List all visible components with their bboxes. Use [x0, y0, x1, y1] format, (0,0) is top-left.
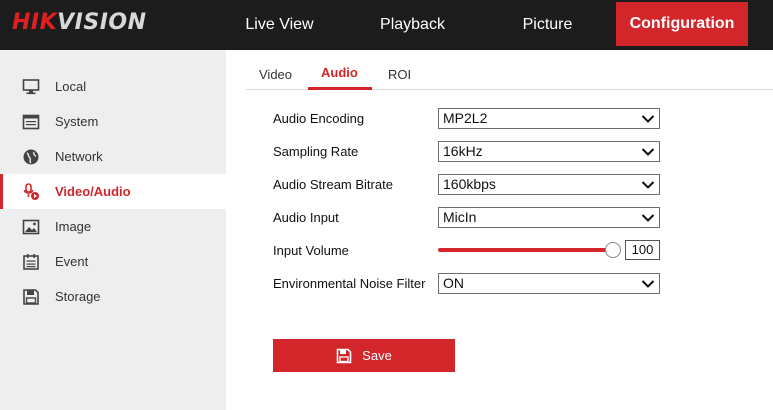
- sidebar-item-label: Storage: [55, 289, 101, 304]
- tab-video[interactable]: Video: [259, 67, 292, 82]
- sidebar-item-label: Network: [55, 149, 103, 164]
- sidebar-item-local[interactable]: Local: [0, 69, 226, 104]
- window-icon: [22, 114, 40, 130]
- nav-playback[interactable]: Playback: [355, 0, 470, 50]
- noise-filter-select[interactable]: ON: [438, 273, 660, 294]
- sidebar-item-image[interactable]: Image: [0, 209, 226, 244]
- monitor-icon: [22, 79, 40, 95]
- sampling-rate-select[interactable]: 16kHz: [438, 141, 660, 162]
- audio-stream-bitrate-select[interactable]: 160kbps: [438, 174, 660, 195]
- tab-audio[interactable]: Audio: [321, 65, 358, 80]
- sidebar-item-video-audio[interactable]: Video/Audio: [0, 174, 226, 209]
- input-volume-slider-handle[interactable]: [605, 242, 621, 258]
- globe-icon: [23, 149, 39, 165]
- chevron-down-icon: [641, 214, 655, 222]
- input-volume-value-box[interactable]: 100: [625, 240, 660, 260]
- audio-encoding-label: Audio Encoding: [273, 111, 365, 126]
- chevron-down-icon: [641, 148, 655, 156]
- nav-configuration[interactable]: Configuration: [616, 2, 748, 46]
- calendar-icon: [23, 254, 39, 270]
- sidebar: Local System Network Video/Audio Image E…: [0, 50, 226, 410]
- disk-icon: [23, 289, 39, 305]
- chevron-down-icon: [641, 115, 655, 123]
- brand-logo: HIKVISION: [12, 10, 147, 35]
- audio-input-label: Audio Input: [273, 210, 339, 225]
- sidebar-item-label: System: [55, 114, 99, 129]
- save-icon: [336, 348, 352, 363]
- sidebar-item-label: Event: [55, 254, 89, 269]
- sidebar-item-label: Local: [55, 79, 87, 94]
- chevron-down-icon: [641, 280, 655, 288]
- nav-picture[interactable]: Picture: [490, 0, 605, 50]
- active-tab-indicator: [308, 87, 372, 90]
- image-icon: [22, 219, 40, 235]
- input-volume-slider-track[interactable]: [438, 248, 610, 252]
- sidebar-item-storage[interactable]: Storage: [0, 279, 226, 314]
- save-button[interactable]: Save: [273, 339, 455, 372]
- input-volume-label: Input Volume: [273, 243, 349, 258]
- sidebar-item-system[interactable]: System: [0, 104, 226, 139]
- audio-stream-bitrate-label: Audio Stream Bitrate: [273, 177, 393, 192]
- sidebar-item-network[interactable]: Network: [0, 139, 226, 174]
- tab-roi[interactable]: ROI: [388, 67, 411, 82]
- sidebar-item-label: Video/Audio: [55, 184, 131, 199]
- nav-live-view[interactable]: Live View: [222, 0, 337, 50]
- sampling-rate-label: Sampling Rate: [273, 144, 359, 159]
- mic-camera-icon: [23, 183, 39, 200]
- audio-input-select[interactable]: MicIn: [438, 207, 660, 228]
- subtab-bar: Video Audio ROI: [246, 50, 773, 90]
- top-navigation-bar: HIKVISION Live View Playback Picture Con…: [0, 0, 773, 50]
- chevron-down-icon: [641, 181, 655, 189]
- noise-filter-label: Environmental Noise Filter: [273, 276, 426, 291]
- sidebar-item-event[interactable]: Event: [0, 244, 226, 279]
- sidebar-item-label: Image: [55, 219, 92, 234]
- save-button-label: Save: [362, 348, 392, 363]
- audio-encoding-select[interactable]: MP2L2: [438, 108, 660, 129]
